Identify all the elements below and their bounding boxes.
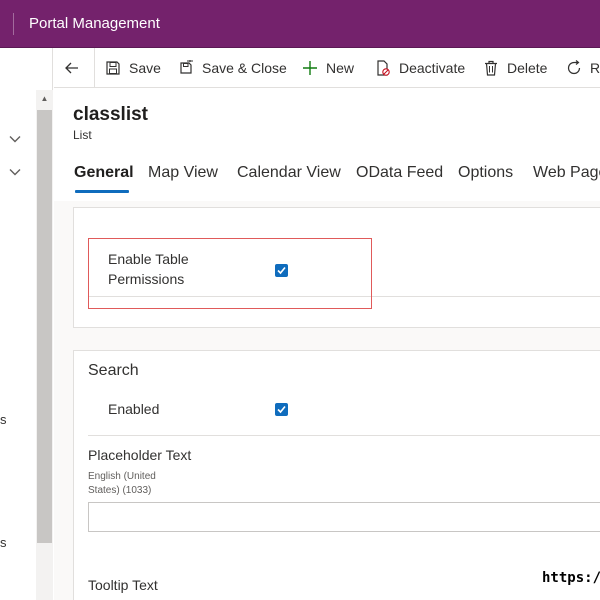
row-divider — [88, 435, 600, 436]
deactivate-label: Deactivate — [399, 60, 466, 76]
delete-label: Delete — [507, 60, 548, 76]
active-tab-indicator — [75, 190, 129, 193]
nav-item-label[interactable]: s — [0, 412, 7, 427]
locale-label: English (United States) (1033) — [88, 470, 178, 498]
placeholder-text-input[interactable] — [88, 502, 600, 532]
delete-button[interactable]: Delete — [483, 48, 547, 88]
refresh-label: Re — [590, 60, 600, 76]
new-label: New — [326, 60, 355, 76]
app-header: Portal Management — [0, 0, 600, 48]
new-button[interactable]: New — [302, 48, 354, 88]
nav-scrollbar-thumb[interactable] — [37, 110, 52, 543]
deactivate-button[interactable]: Deactivate — [375, 48, 465, 88]
nav-item-label[interactable]: s — [0, 535, 7, 550]
tooltip-text-label: Tooltip Text — [88, 577, 158, 593]
highlight-annotation — [88, 238, 372, 309]
refresh-icon — [567, 60, 581, 75]
checkmark-icon — [277, 405, 286, 414]
locale-line: States) (1033) — [88, 485, 152, 496]
enabled-label: Enabled — [108, 401, 160, 417]
refresh-button[interactable]: Re — [566, 48, 600, 88]
record-title: classlist — [73, 104, 148, 125]
command-divider — [94, 48, 95, 88]
command-bar: Save Save & Close New Deactivate Delete … — [54, 48, 600, 88]
watermark-text: https:/ — [542, 570, 600, 590]
tab-options[interactable]: Options — [458, 164, 513, 182]
tab-odata-feed[interactable]: OData Feed — [356, 164, 443, 182]
section-title: Search — [88, 362, 139, 379]
chevron-down-icon[interactable] — [8, 132, 22, 146]
placeholder-text-label: Placeholder Text — [88, 447, 192, 463]
left-navigation: s s ▲ — [0, 48, 53, 600]
save-close-icon — [180, 60, 193, 74]
app-title[interactable]: Portal Management — [29, 15, 160, 32]
back-arrow-icon — [65, 62, 78, 74]
deactivate-icon — [377, 60, 390, 76]
record-entity-type: List — [73, 128, 92, 142]
save-label: Save — [129, 60, 161, 76]
tab-calendar-view[interactable]: Calendar View — [237, 164, 341, 182]
header-divider — [13, 13, 14, 35]
back-button[interactable] — [64, 48, 88, 88]
tab-map-view[interactable]: Map View — [148, 164, 218, 182]
locale-line: English (United — [88, 471, 156, 482]
save-icon — [106, 61, 120, 75]
search-enabled-checkbox[interactable] — [275, 403, 288, 416]
save-close-button[interactable]: Save & Close — [178, 48, 287, 88]
trash-icon — [485, 60, 497, 76]
tab-web-page[interactable]: Web Page — [533, 164, 600, 182]
save-button[interactable]: Save — [105, 48, 161, 88]
form-tabs: General Map View Calendar View OData Fee… — [54, 160, 600, 200]
tab-general[interactable]: General — [74, 164, 134, 182]
plus-icon — [303, 61, 317, 75]
search-section: Search Enabled Placeholder Text English … — [73, 350, 600, 600]
chevron-down-icon[interactable] — [8, 165, 22, 179]
scroll-up-arrow-icon[interactable]: ▲ — [37, 92, 52, 106]
save-close-label: Save & Close — [202, 60, 287, 76]
